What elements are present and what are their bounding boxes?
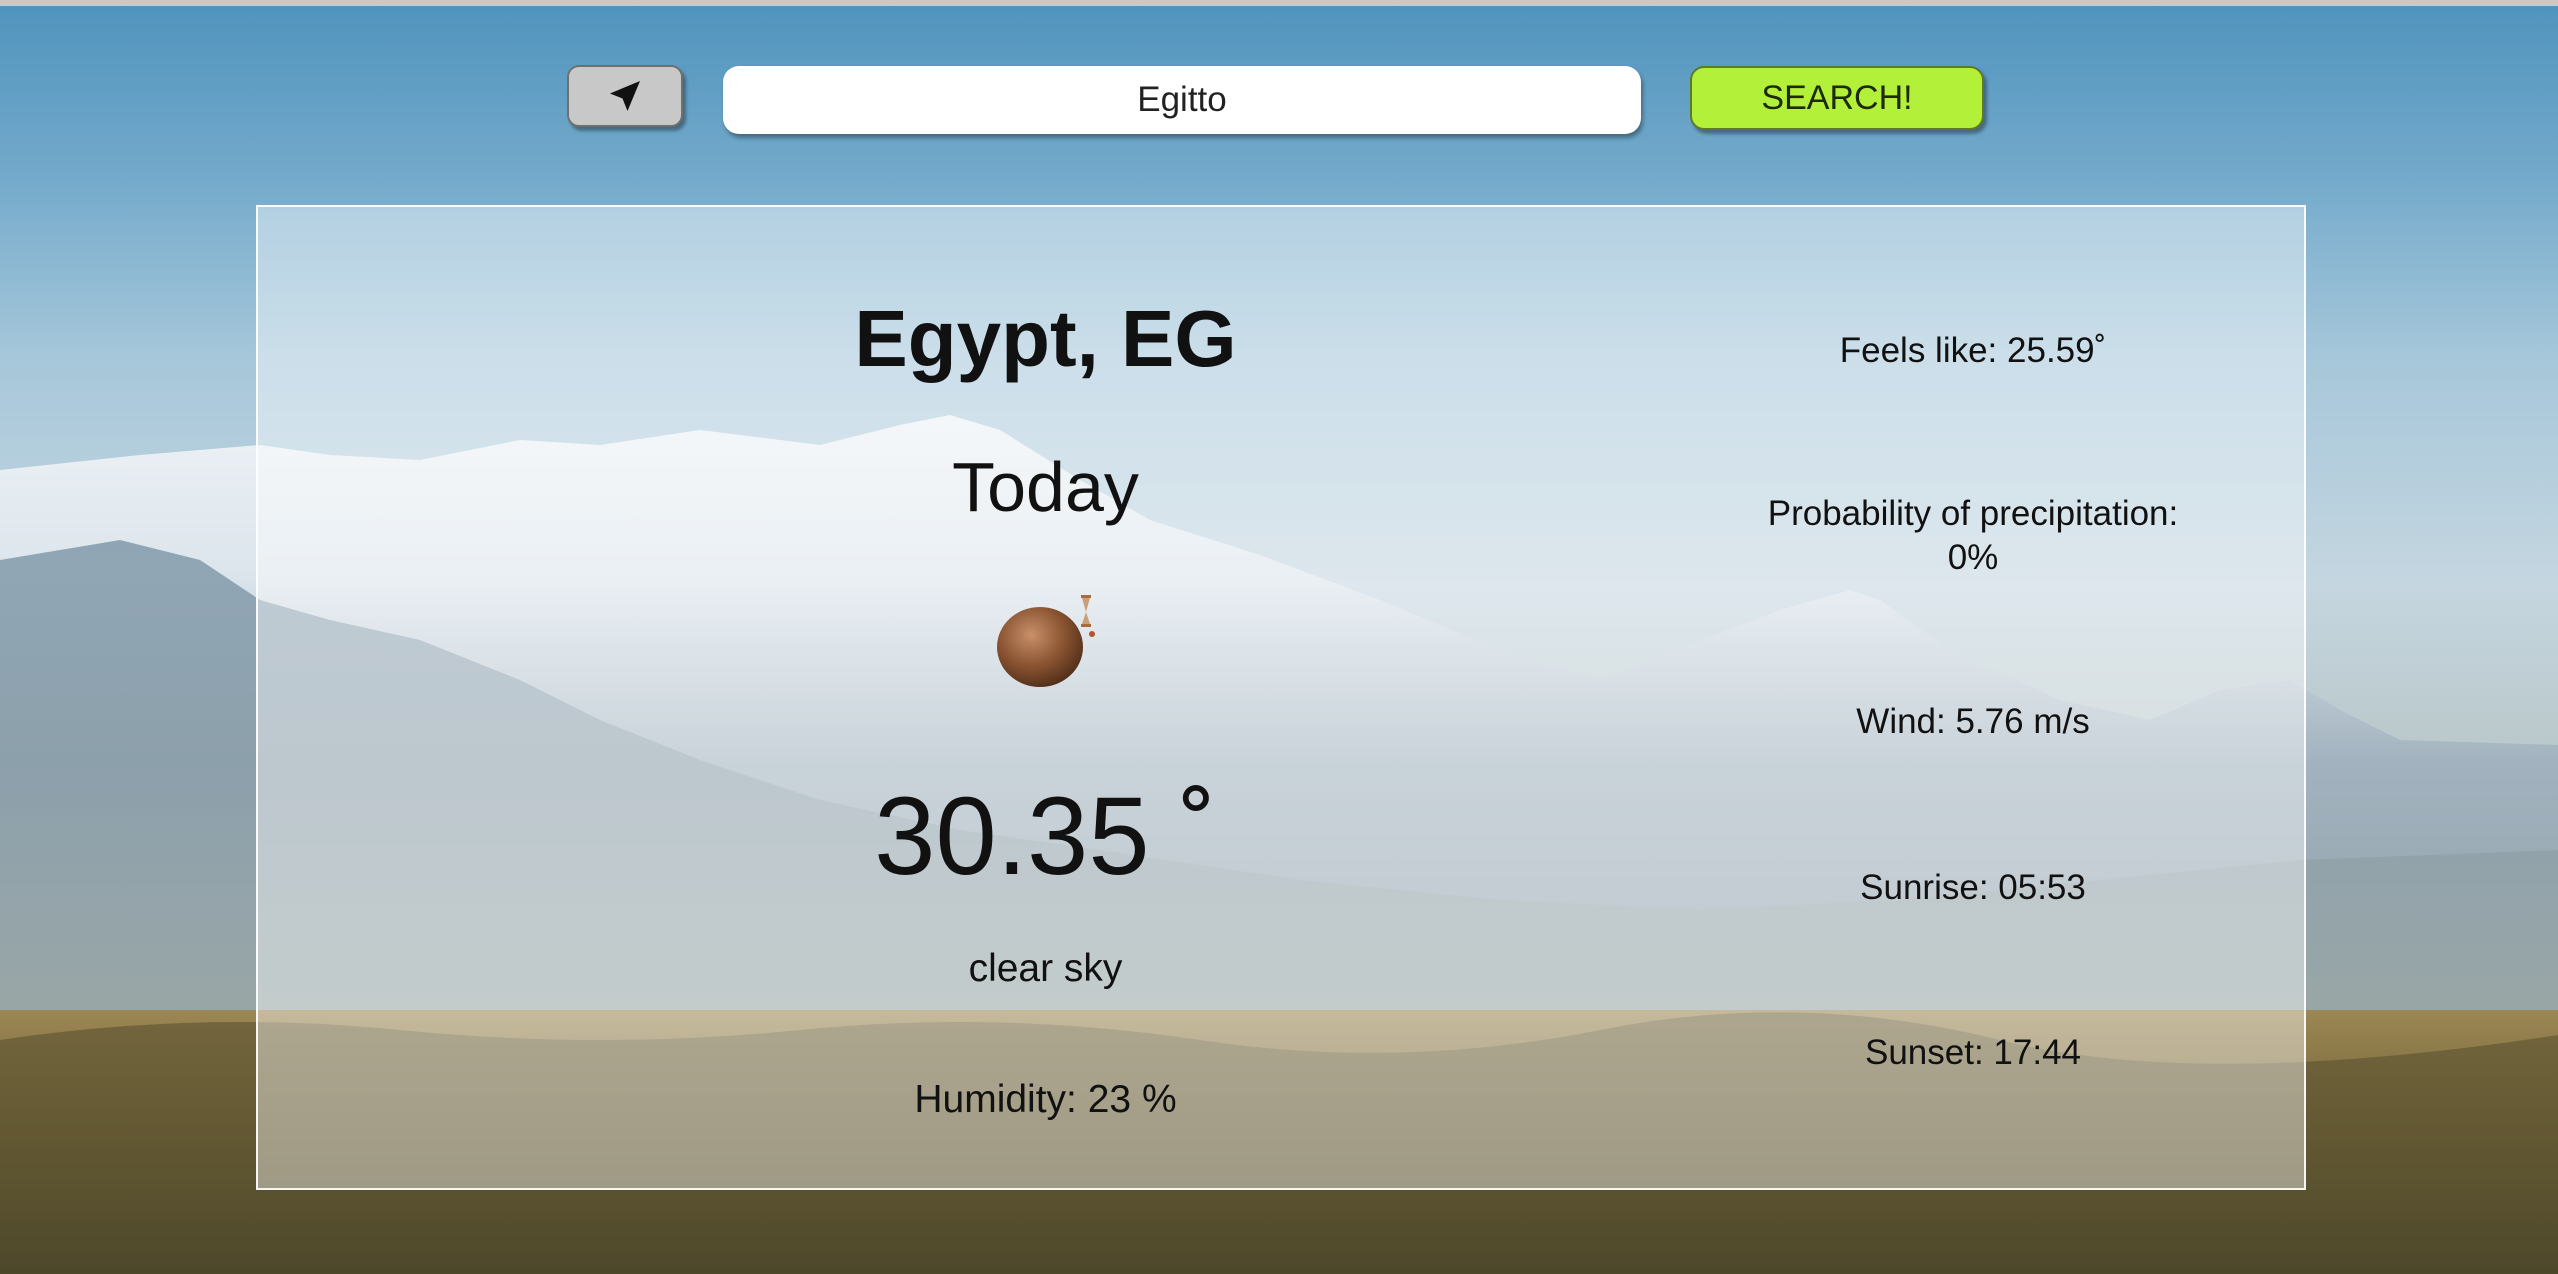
sunset-value: Sunset: 17:44 — [1865, 1033, 2081, 1072]
brown-ball-weather-icon — [997, 595, 1095, 687]
weather-description: clear sky — [968, 947, 1123, 990]
sunrise-value: Sunrise: 05:53 — [1860, 868, 2086, 907]
locate-me-button[interactable] — [567, 65, 683, 127]
day-label: Today — [952, 448, 1139, 526]
city-search-input[interactable] — [723, 66, 1641, 134]
humidity-value: Humidity: 23 % — [914, 1078, 1177, 1121]
precipitation-label: Probability of precipitation: — [1767, 494, 2179, 533]
feels-like-value: Feels like: 25.59˚ — [1839, 331, 2107, 370]
navigation-arrow-icon — [610, 81, 640, 111]
search-button[interactable]: SEARCH! — [1690, 66, 1984, 130]
weather-details-column: Feels like: 25.59˚ Probability of precip… — [1708, 207, 2238, 1188]
wind-value: Wind: 5.76 m/s — [1856, 702, 2090, 741]
weather-card: Egypt, EG Today 30.35 ˚ clear sky Humidi… — [256, 205, 2306, 1190]
temperature-value: 30.35 ˚ — [874, 775, 1217, 898]
location-title: Egypt, EG — [854, 294, 1237, 383]
precipitation-value: 0% — [1947, 538, 1999, 577]
browser-top-edge — [0, 0, 2558, 6]
